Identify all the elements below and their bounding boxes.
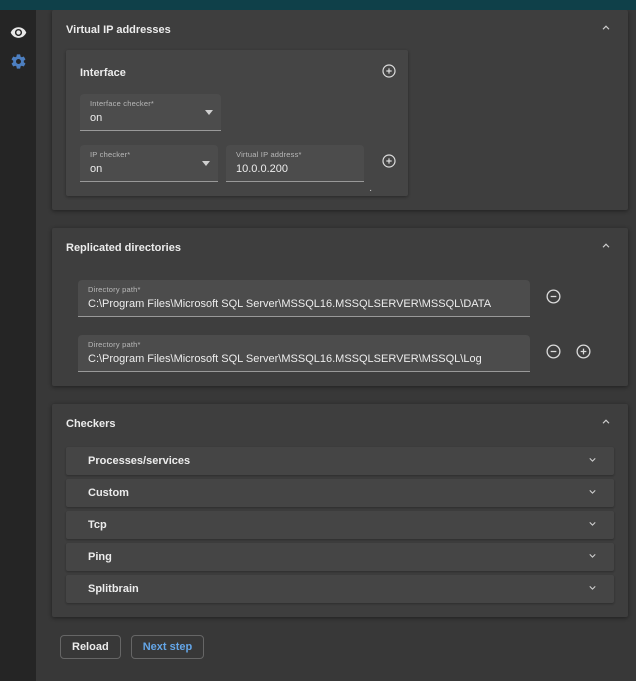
next-step-button[interactable]: Next step (131, 635, 205, 659)
checker-list: Processes/services Custom Tcp (66, 447, 614, 603)
collapse-section-button[interactable] (598, 22, 614, 38)
collapse-section-button[interactable] (598, 240, 614, 256)
directory-path-input[interactable] (88, 353, 521, 365)
main-content: Virtual IP addresses Interface (36, 10, 636, 681)
collapse-section-button[interactable] (598, 416, 614, 432)
chevron-down-icon (587, 516, 598, 534)
ip-checker-select[interactable]: IP checker* on (80, 145, 218, 182)
minus-circle-icon (545, 343, 562, 365)
section-checkers: Checkers Processes/services Custom (52, 404, 628, 617)
app-window: Virtual IP addresses Interface (0, 0, 636, 681)
chevron-down-icon (587, 548, 598, 566)
chevron-down-icon (587, 452, 598, 470)
gear-icon (10, 53, 27, 75)
field-label: Interface checker* (90, 99, 212, 108)
checker-item-label: Splitbrain (88, 583, 139, 595)
reload-button[interactable]: Reload (60, 635, 121, 659)
checker-item-label: Tcp (88, 519, 107, 531)
plus-circle-icon (381, 63, 397, 84)
dropdown-arrow-icon (205, 110, 213, 115)
field-label: IP checker* (90, 150, 209, 159)
minus-circle-icon (545, 288, 562, 310)
dropdown-arrow-icon (202, 161, 210, 166)
directory-row: Directory path* (78, 335, 614, 372)
checker-item-label: Custom (88, 487, 129, 499)
chevron-up-icon (600, 415, 612, 433)
top-app-bar (0, 0, 636, 10)
field-label: Directory path* (88, 285, 521, 294)
interface-group-title: Interface (80, 67, 126, 79)
directory-path-field: Directory path* (78, 335, 530, 372)
checker-item-processes-services[interactable]: Processes/services (66, 447, 614, 475)
plus-circle-icon (575, 343, 592, 365)
interface-checker-select[interactable]: Interface checker* on (80, 94, 221, 131)
section-virtual-ip-header: Virtual IP addresses (66, 22, 614, 38)
virtual-ip-address-input[interactable] (236, 163, 355, 175)
field-label: Directory path* (88, 340, 521, 349)
virtual-ip-address-field: Virtual IP address* (226, 145, 364, 182)
chevron-down-icon (587, 580, 598, 598)
footnote-dot: . (369, 183, 372, 194)
section-title: Checkers (66, 418, 116, 430)
section-checkers-header: Checkers (66, 416, 614, 432)
section-replicated-directories: Replicated directories Directory path* (52, 228, 628, 386)
section-title: Replicated directories (66, 242, 181, 254)
checker-item-custom[interactable]: Custom (66, 479, 614, 507)
checker-item-label: Processes/services (88, 455, 190, 467)
directory-path-input[interactable] (88, 298, 521, 310)
sidebar-item-settings[interactable] (6, 52, 30, 76)
section-virtual-ip: Virtual IP addresses Interface (52, 10, 628, 210)
section-replicated-directories-header: Replicated directories (66, 240, 614, 256)
field-label: Virtual IP address* (236, 150, 355, 159)
checker-item-splitbrain[interactable]: Splitbrain (66, 575, 614, 603)
checker-item-label: Ping (88, 551, 112, 563)
remove-directory-button[interactable] (544, 345, 562, 363)
section-title: Virtual IP addresses (66, 24, 171, 36)
remove-directory-button[interactable] (544, 290, 562, 308)
add-virtual-ip-button[interactable] (380, 155, 398, 173)
chevron-up-icon (600, 239, 612, 257)
chevron-down-icon (587, 484, 598, 502)
footer-actions: Reload Next step (60, 635, 636, 659)
plus-circle-icon (381, 153, 397, 174)
field-value: on (90, 163, 209, 175)
interface-group: Interface Interface checker* on (66, 50, 408, 196)
checker-item-ping[interactable]: Ping (66, 543, 614, 571)
interface-group-header: Interface (80, 64, 398, 82)
field-value: on (90, 112, 212, 124)
checker-item-tcp[interactable]: Tcp (66, 511, 614, 539)
add-directory-button[interactable] (574, 345, 592, 363)
add-interface-button[interactable] (380, 64, 398, 82)
sidebar-item-monitor[interactable] (6, 23, 30, 47)
sidebar (0, 10, 36, 681)
directory-row: Directory path* (78, 280, 614, 317)
eye-icon (10, 24, 27, 46)
directory-path-field: Directory path* (78, 280, 530, 317)
chevron-up-icon (600, 21, 612, 39)
